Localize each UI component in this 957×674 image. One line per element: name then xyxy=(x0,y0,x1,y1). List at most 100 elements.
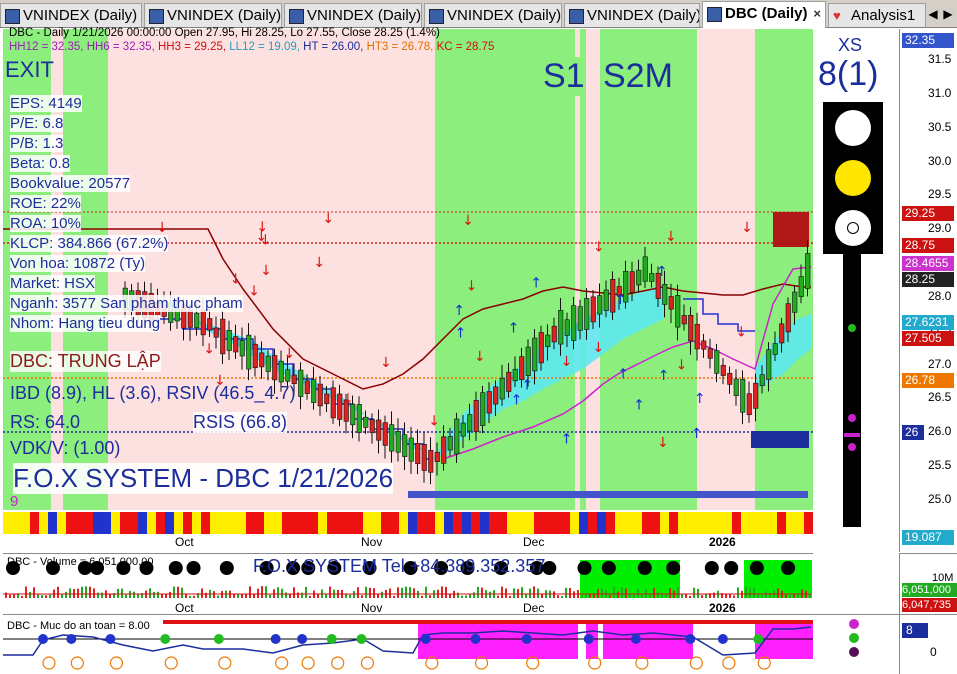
close-icon[interactable]: × xyxy=(813,2,821,26)
tab-vnindex-4[interactable]: VNINDEX (Daily) xyxy=(424,3,562,27)
candle-body xyxy=(454,418,460,455)
strip-cell xyxy=(750,512,759,534)
volume-bar xyxy=(45,595,47,598)
strip-cell xyxy=(804,512,813,534)
volume-bar xyxy=(101,592,103,598)
candle-body xyxy=(304,380,310,394)
candle-body xyxy=(772,343,778,355)
strip-cell xyxy=(156,512,165,534)
status-label: DBC: TRUNG LẬP xyxy=(10,351,161,372)
strip-cell xyxy=(768,512,777,534)
scroll-left-icon[interactable]: ◀ xyxy=(926,5,940,23)
strip-cell xyxy=(210,512,219,534)
strip-cell xyxy=(489,512,498,534)
exit-label: EXIT xyxy=(5,57,54,82)
price-tick: 29.5 xyxy=(928,187,952,202)
candle-body xyxy=(434,451,440,462)
price-pane[interactable]: ↑ ↓ ↑ ↓ ↓ ↑ ↓ ↓ ↓ ↓ ↓ ↓ ↓ ↑ ↓ ↑ ↓ ↓ ↓ ↓ ↑ ↓ ↑ ↑ ↑ ↓ ↑ ↓ ↑ ↓ ↓ ↑ ↑ ↓ ↓ ↓ ↓ ↓ ↓ ↑… xyxy=(3,27,813,552)
strip-cell xyxy=(66,512,75,534)
safety-zone xyxy=(603,623,693,659)
down-arrow-icon: ↓ xyxy=(593,239,605,255)
candle-body xyxy=(798,276,804,297)
down-arrow-icon: ↓ xyxy=(248,283,260,299)
safety-tick-zero: 0 xyxy=(930,645,937,659)
volume-bar xyxy=(125,594,127,598)
signal-s2m: S2M xyxy=(603,57,673,96)
up-arrow-icon: ↑ xyxy=(694,391,706,407)
tab-analysis[interactable]: ♥ Analysis1 xyxy=(828,3,926,27)
tab-vnindex-2[interactable]: VNINDEX (Daily) xyxy=(144,3,282,27)
volume-bar xyxy=(441,586,443,598)
strip-cell xyxy=(3,512,12,534)
pole-dot-green xyxy=(848,324,856,332)
safety-ring xyxy=(70,656,84,670)
volume-bar xyxy=(33,587,35,598)
strip-cell xyxy=(102,512,111,534)
strip-cell xyxy=(228,512,237,534)
volume-bar xyxy=(81,586,83,598)
down-arrow-icon: ↓ xyxy=(676,358,688,374)
volume-bar xyxy=(325,594,327,598)
tab-label: Analysis1 xyxy=(851,7,916,24)
candle-body xyxy=(402,434,408,457)
volume-bar xyxy=(445,586,447,598)
volume-bar xyxy=(29,591,31,598)
candle-body xyxy=(629,271,635,293)
candle-body xyxy=(564,319,570,336)
volume-bar xyxy=(521,587,523,598)
volume-bar xyxy=(117,588,119,598)
strip-cell xyxy=(696,512,705,534)
price-tag: 28.4655 xyxy=(902,256,954,271)
volume-bar xyxy=(473,592,475,598)
candle-body xyxy=(376,419,382,441)
safety-ring xyxy=(109,656,124,670)
price-tick: 27.0 xyxy=(928,356,952,371)
volume-bar xyxy=(389,588,391,598)
down-arrow-icon: ↓ xyxy=(230,272,242,288)
volume-dot xyxy=(724,561,739,575)
volume-bar xyxy=(565,587,567,598)
volume-bar xyxy=(425,586,427,598)
safety-dot xyxy=(66,634,77,644)
candle-body xyxy=(577,306,583,331)
pole-dash-magenta xyxy=(844,433,860,437)
safety-dot xyxy=(521,634,532,644)
tab-vnindex-5[interactable]: VNINDEX (Daily) xyxy=(564,3,700,27)
strip-cell xyxy=(399,512,408,534)
volume-bar xyxy=(257,588,259,598)
strip-cell xyxy=(165,512,174,534)
volume-bar xyxy=(777,588,779,598)
down-arrow-icon: ↓ xyxy=(665,229,677,245)
tab-vnindex-3[interactable]: VNINDEX (Daily) xyxy=(284,3,422,27)
candle-body xyxy=(395,431,401,453)
up-arrow-icon: ↑ xyxy=(521,377,533,393)
candle-body xyxy=(285,369,291,382)
volume-bar xyxy=(677,587,679,598)
header-ohlc: DBC - Daily 1/21/2026 00:00:00 Open 27.9… xyxy=(9,27,440,39)
ibd-label: IBD (8.9), HL (3.6), RSIV (46.5_4.7) xyxy=(10,383,296,403)
volume-bar xyxy=(89,586,91,598)
volume-dot xyxy=(601,561,616,575)
strip-cell xyxy=(714,512,723,534)
volume-bar xyxy=(369,587,371,598)
safety-pane[interactable]: DBC - Muc do an toan = 8.00 xyxy=(3,614,813,674)
strip-cell xyxy=(381,512,390,534)
candle-body xyxy=(805,253,811,289)
chart-icon xyxy=(569,9,584,24)
candle-body xyxy=(389,424,395,452)
volume-bar xyxy=(793,594,795,598)
tab-dbc[interactable]: DBC (Daily) × xyxy=(702,1,826,28)
strip-cell xyxy=(129,512,138,534)
scroll-right-icon[interactable]: ▶ xyxy=(941,5,955,23)
vol-date-oct: Oct xyxy=(175,601,194,615)
safety-strip xyxy=(163,620,813,624)
up-arrow-icon: ↑ xyxy=(455,326,467,342)
safety-dot xyxy=(213,634,224,644)
safety-title: DBC - Muc do an toan = 8.00 xyxy=(7,620,150,632)
volume-bar xyxy=(557,595,559,598)
volume-bar xyxy=(93,588,95,598)
volume-pane[interactable]: DBC - Volume = 6,051,000.00 F.O.X SYSTEM… xyxy=(3,553,813,615)
tab-vnindex-1[interactable]: VNINDEX (Daily) xyxy=(0,3,142,27)
candle-body xyxy=(785,303,791,333)
volume-bar xyxy=(97,592,99,598)
